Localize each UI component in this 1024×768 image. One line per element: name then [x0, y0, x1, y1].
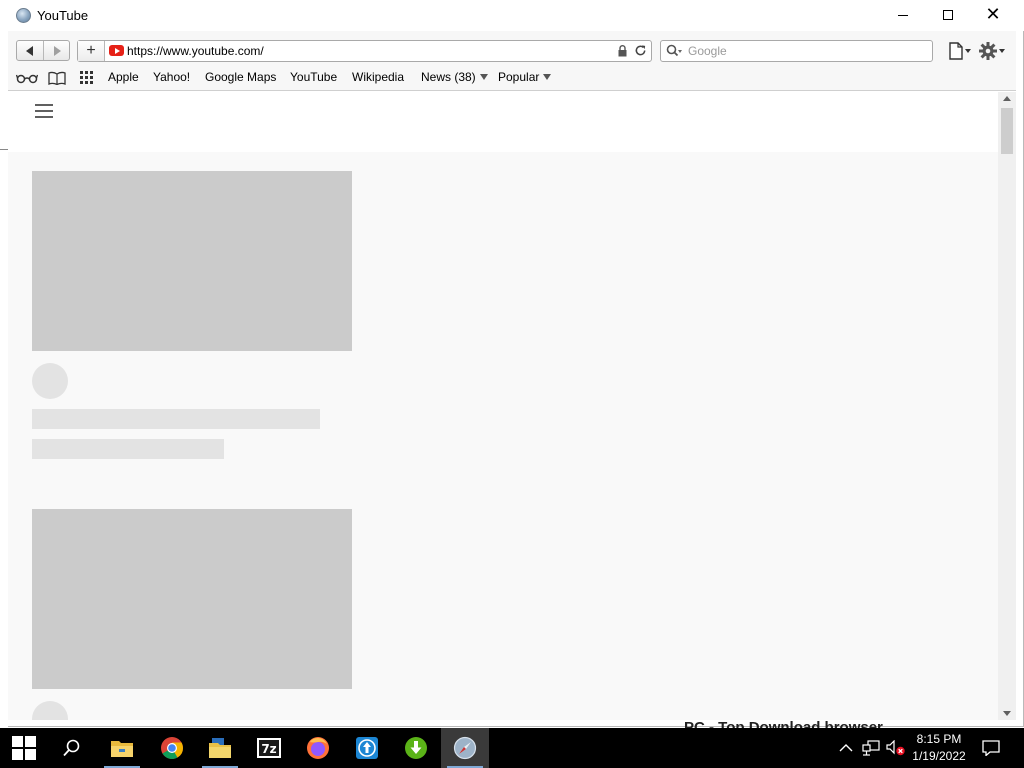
- clock-time: 8:15 PM: [916, 732, 962, 746]
- top-sites-grid-icon[interactable]: [79, 71, 95, 85]
- forward-arrow-icon: [53, 45, 61, 56]
- bookmark-youtube[interactable]: YouTube: [290, 70, 337, 84]
- taskbar-file-manager[interactable]: [196, 728, 244, 768]
- minimize-button[interactable]: [880, 0, 926, 30]
- desktop-background-text: PC - Top Download browser: [684, 719, 883, 728]
- taskbar-search-button[interactable]: [48, 728, 96, 768]
- close-button[interactable]: ✕: [970, 0, 1016, 30]
- start-button[interactable]: [0, 728, 48, 768]
- url-field[interactable]: https://www.youtube.com/: [127, 44, 264, 58]
- maximize-icon: [943, 10, 953, 20]
- browser-app-icon: [16, 8, 31, 23]
- browser-window: YouTube ✕ + https://www.youtube.com/ Goo…: [0, 0, 1024, 727]
- video-title-placeholder: [32, 409, 320, 429]
- video-meta-placeholder: [32, 439, 224, 459]
- video-thumbnail-placeholder[interactable]: [32, 509, 352, 689]
- file-manager-icon: [209, 738, 231, 758]
- taskbar-file-explorer[interactable]: [98, 728, 146, 768]
- maximize-button[interactable]: [925, 0, 971, 30]
- scroll-down-icon[interactable]: [1003, 711, 1011, 716]
- nav-button-group: [16, 40, 70, 61]
- bookmark-folder-popular[interactable]: Popular: [498, 70, 552, 84]
- bookmark-yahoo[interactable]: Yahoo!: [153, 70, 190, 84]
- browser-toolbar: + https://www.youtube.com/ Google Apple …: [8, 31, 1016, 91]
- forward-button[interactable]: [43, 41, 69, 60]
- channel-avatar-placeholder: [32, 701, 68, 720]
- youtube-masthead: [8, 92, 998, 152]
- page-menu-icon[interactable]: [948, 42, 972, 60]
- download-icon: [405, 737, 427, 759]
- youtube-favicon-icon: [109, 45, 124, 56]
- firefox-icon: [307, 737, 329, 759]
- title-bar: YouTube ✕: [0, 0, 1024, 31]
- dropdown-arrow-icon: [479, 74, 488, 80]
- scroll-thumb[interactable]: [1001, 108, 1013, 154]
- window-title: YouTube: [37, 8, 89, 23]
- browser-compass-icon: [453, 736, 477, 760]
- divider: [0, 149, 8, 150]
- address-bar[interactable]: + https://www.youtube.com/: [77, 40, 652, 62]
- channel-avatar-placeholder: [32, 363, 68, 399]
- new-tab-button[interactable]: +: [78, 41, 105, 61]
- show-hidden-icons-chevron-up-icon[interactable]: [838, 740, 854, 756]
- bookmark-google-maps[interactable]: Google Maps: [205, 70, 276, 84]
- folder-icon: [111, 741, 133, 757]
- taskbar-firefox[interactable]: [294, 728, 342, 768]
- back-button[interactable]: [17, 41, 43, 60]
- minimize-icon: [898, 14, 908, 16]
- taskbar-uploader[interactable]: [343, 728, 391, 768]
- bookmark-wikipedia[interactable]: Wikipedia: [352, 70, 404, 84]
- back-arrow-icon: [26, 45, 33, 56]
- video-thumbnail-placeholder[interactable]: [32, 171, 352, 351]
- page-viewport[interactable]: [8, 92, 998, 720]
- action-center-notification-icon[interactable]: [982, 740, 1000, 756]
- bookmarks-book-icon[interactable]: [48, 71, 66, 85]
- volume-muted-icon[interactable]: [886, 740, 906, 756]
- reading-list-glasses-icon[interactable]: [16, 71, 38, 85]
- window-left-edge: [0, 91, 8, 727]
- upload-icon: [356, 737, 378, 759]
- bookmark-apple[interactable]: Apple: [108, 70, 139, 84]
- bookmark-folder-news[interactable]: News (38): [421, 70, 488, 84]
- chrome-icon: [161, 737, 183, 759]
- taskbar-browser[interactable]: [441, 728, 489, 768]
- network-icon[interactable]: [862, 740, 880, 756]
- search-icon: [666, 44, 682, 57]
- taskbar-downloader[interactable]: [392, 728, 440, 768]
- bookmarks-bar: Apple Yahoo! Google Maps YouTube Wikiped…: [8, 68, 1016, 88]
- search-placeholder: Google: [688, 44, 727, 58]
- search-bar[interactable]: Google: [660, 40, 933, 62]
- dropdown-arrow-icon: [543, 74, 552, 80]
- taskbar-chrome[interactable]: [148, 728, 196, 768]
- system-clock[interactable]: 8:15 PM 1/19/2022: [906, 731, 972, 765]
- taskbar-7zip[interactable]: 7z: [245, 728, 293, 768]
- bookmark-popular-label: Popular: [498, 70, 540, 84]
- search-icon: [63, 739, 80, 757]
- scroll-up-icon[interactable]: [1003, 96, 1011, 101]
- gear-icon[interactable]: [978, 41, 1006, 61]
- hamburger-menu-icon[interactable]: [35, 104, 53, 118]
- clock-date: 1/19/2022: [912, 749, 966, 763]
- reload-icon[interactable]: [634, 44, 647, 57]
- bookmark-news-label: News (38): [421, 70, 476, 84]
- windows-logo-icon: [12, 736, 36, 760]
- lock-icon: [618, 45, 627, 57]
- taskbar: 7z 8:15 PM 1/19/2022: [0, 728, 1024, 768]
- 7zip-icon: 7z: [257, 738, 281, 758]
- close-icon: ✕: [985, 4, 1001, 25]
- svg-text:7z: 7z: [261, 742, 276, 756]
- page-scrollbar[interactable]: [998, 92, 1016, 720]
